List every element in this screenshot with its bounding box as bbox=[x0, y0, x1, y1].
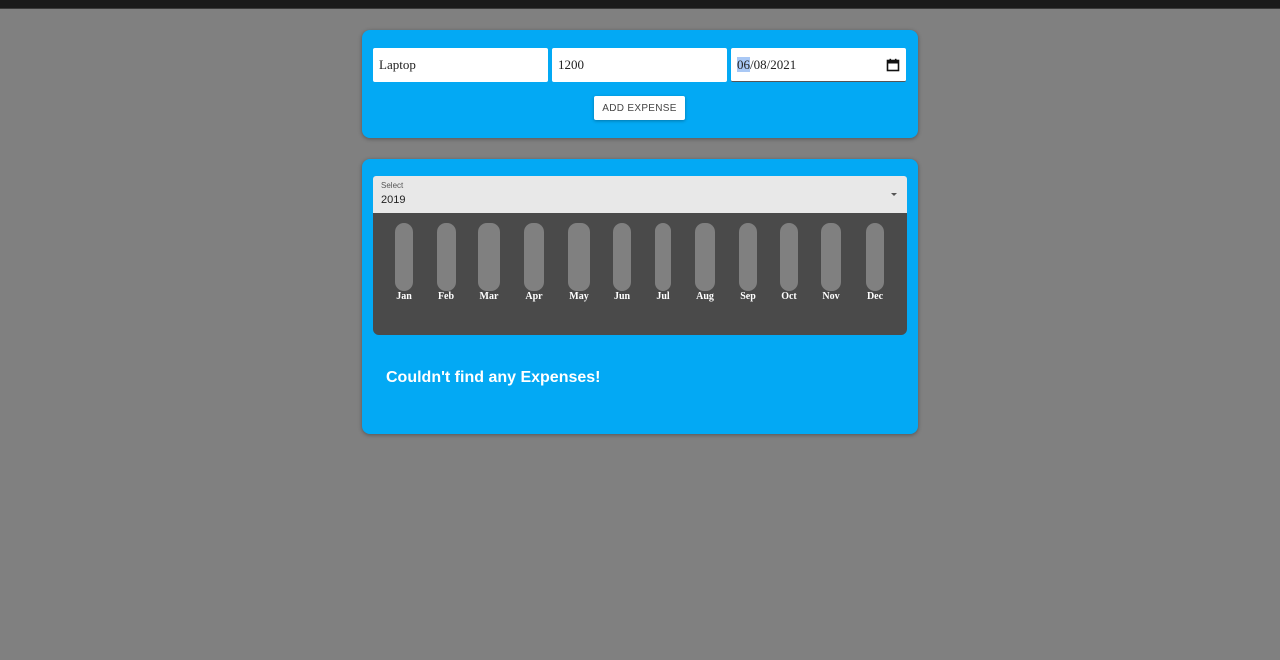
date-rest-segment[interactable]: /08/2021 bbox=[750, 57, 796, 72]
chart-bar-label: May bbox=[569, 291, 589, 302]
chart-bar-may: May bbox=[559, 223, 599, 303]
chart-bar-oct: Oct bbox=[769, 223, 809, 303]
chart-bar-jul: Jul bbox=[643, 223, 683, 303]
chart-bar-label: Sep bbox=[740, 291, 756, 302]
chart-bar-track bbox=[655, 223, 671, 291]
chart-bar-label: Mar bbox=[479, 291, 499, 302]
add-expense-button[interactable]: ADD EXPENSE bbox=[594, 96, 685, 120]
year-filter-label: Select bbox=[381, 181, 404, 190]
chart-bar-nov: Nov bbox=[811, 223, 851, 303]
chart-bar-label: Oct bbox=[781, 291, 797, 302]
chart-bar-mar: Mar bbox=[469, 223, 509, 303]
chart-bar-track bbox=[866, 223, 884, 291]
chart-bar-track bbox=[739, 223, 757, 291]
chart-bar-track bbox=[613, 223, 631, 291]
expenses-panel: Select 2019 Jan Feb Mar Apr May Jun Jul Aug Sep O… bbox=[362, 159, 918, 434]
chart-bar-track bbox=[695, 223, 715, 291]
chart-bar-aug: Aug bbox=[685, 223, 725, 303]
browser-top-strip bbox=[0, 0, 1280, 9]
date-month-segment[interactable]: 06 bbox=[737, 56, 750, 72]
chart-bar-label: Dec bbox=[866, 291, 884, 302]
chart-bar-label: Aug bbox=[696, 291, 714, 302]
year-filter-value: 2019 bbox=[381, 194, 406, 206]
chart-bar-label: Nov bbox=[822, 291, 840, 302]
chart-bar-label: Feb bbox=[437, 291, 455, 302]
amount-input-value: 1200 bbox=[558, 57, 584, 72]
amount-input[interactable]: 1200 bbox=[552, 48, 727, 82]
expenses-chart: Jan Feb Mar Apr May Jun Jul Aug Sep Oct Nov Dec bbox=[373, 213, 907, 335]
chart-bar-track bbox=[436, 223, 456, 291]
chart-bar-label: Apr bbox=[525, 291, 543, 302]
chart-bar-label: Jun bbox=[613, 291, 631, 302]
chart-bar-label: Jan bbox=[396, 291, 412, 302]
chart-bar-jan: Jan bbox=[384, 223, 424, 303]
empty-expenses-message: Couldn't find any Expenses! bbox=[386, 369, 601, 386]
new-expense-form: Laptop 1200 06/08/2021 ADD EXPENSE bbox=[362, 30, 918, 138]
chart-bar-track bbox=[478, 223, 500, 291]
calendar-icon[interactable] bbox=[886, 58, 900, 72]
caret-down-icon bbox=[891, 193, 897, 196]
chart-bar-track bbox=[780, 223, 798, 291]
chart-bar-track bbox=[524, 223, 544, 291]
chart-bar-label: Jul bbox=[656, 291, 670, 302]
chart-bar-feb: Feb bbox=[426, 223, 466, 303]
title-input-value: Laptop bbox=[379, 57, 416, 72]
year-filter-select[interactable]: Select 2019 bbox=[373, 176, 907, 213]
chart-bar-apr: Apr bbox=[514, 223, 554, 303]
chart-bar-track bbox=[821, 223, 841, 291]
date-input-value: 06/08/2021 bbox=[737, 56, 796, 73]
date-input[interactable]: 06/08/2021 bbox=[731, 48, 906, 82]
chart-bar-sep: Sep bbox=[728, 223, 768, 303]
title-input[interactable]: Laptop bbox=[373, 48, 548, 82]
chart-bar-dec: Dec bbox=[855, 223, 895, 303]
chart-bar-track bbox=[568, 223, 590, 291]
chart-bar-track bbox=[395, 223, 413, 291]
chart-bar-jun: Jun bbox=[602, 223, 642, 303]
